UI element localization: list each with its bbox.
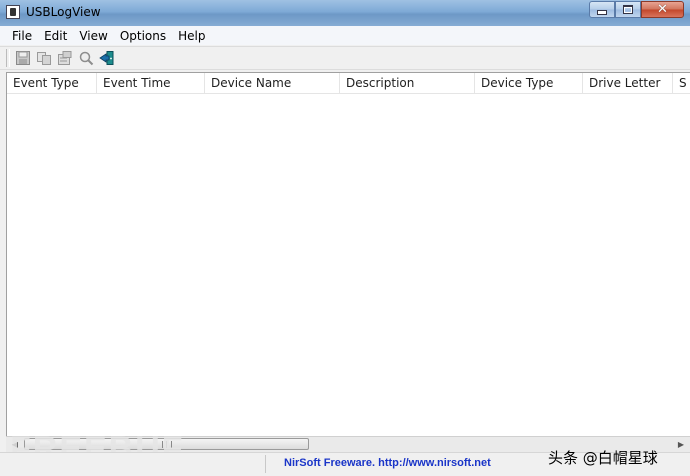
- scroll-right-icon[interactable]: ▶: [673, 437, 689, 452]
- list-header: Event Type Event Time Device Name Descri…: [7, 73, 690, 94]
- caption-buttons: ✕: [589, 1, 684, 20]
- close-button[interactable]: ✕: [641, 1, 684, 18]
- maximize-button[interactable]: [615, 1, 641, 18]
- status-link[interactable]: NirSoft Freeware. http://www.nirsoft.net: [284, 457, 491, 469]
- exit-icon[interactable]: [99, 50, 115, 66]
- menu-bar: File Edit View Options Help: [0, 26, 690, 45]
- col-event-type[interactable]: Event Type: [7, 73, 97, 93]
- toolbar: [0, 46, 690, 70]
- app-window: USBLogView ✕ File Edit View Options Help: [0, 0, 690, 476]
- minimize-icon: [597, 10, 607, 15]
- overlay-caption: 头条 @白帽星球: [548, 449, 658, 467]
- col-device-type[interactable]: Device Type: [475, 73, 583, 93]
- title-bar[interactable]: USBLogView ✕: [0, 0, 690, 26]
- status-divider: [265, 455, 266, 473]
- menu-help[interactable]: Help: [172, 29, 211, 43]
- col-serial[interactable]: S: [673, 73, 690, 93]
- col-description[interactable]: Description: [340, 73, 475, 93]
- menu-edit[interactable]: Edit: [38, 29, 73, 43]
- properties-icon[interactable]: [57, 50, 73, 66]
- save-icon[interactable]: [15, 50, 31, 66]
- menu-options[interactable]: Options: [114, 29, 172, 43]
- copy-icon[interactable]: [36, 50, 52, 66]
- find-icon[interactable]: [78, 50, 94, 66]
- minimize-button[interactable]: [589, 1, 615, 18]
- window-title: USBLogView: [26, 5, 101, 19]
- menu-file[interactable]: File: [6, 29, 38, 43]
- toolbar-grip: [6, 49, 10, 67]
- col-event-time[interactable]: Event Time: [97, 73, 205, 93]
- app-icon[interactable]: [6, 5, 20, 19]
- col-drive-letter[interactable]: Drive Letter: [583, 73, 673, 93]
- menu-view[interactable]: View: [73, 29, 113, 43]
- col-device-name[interactable]: Device Name: [205, 73, 340, 93]
- maximize-icon: [623, 5, 633, 14]
- close-icon: ✕: [657, 2, 668, 17]
- event-list[interactable]: Event Type Event Time Device Name Descri…: [6, 72, 690, 436]
